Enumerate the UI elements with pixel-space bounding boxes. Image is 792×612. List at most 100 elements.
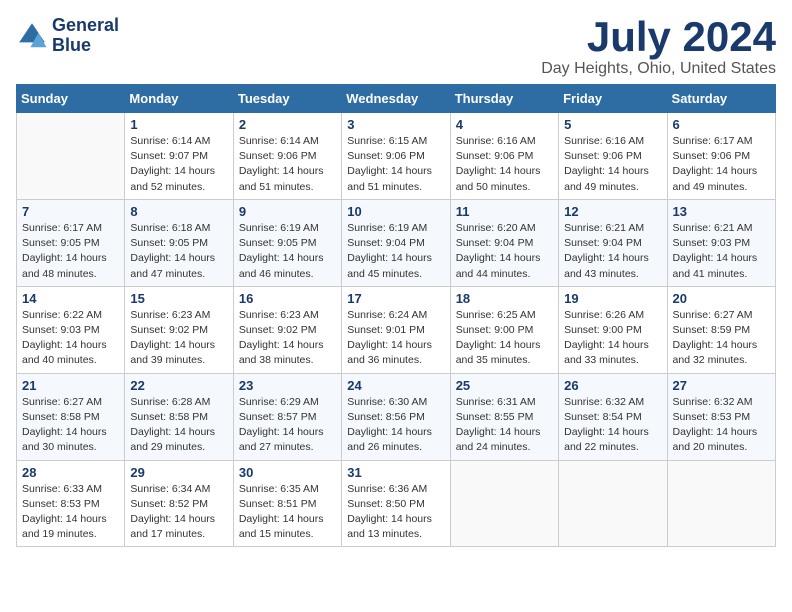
day-number: 21 bbox=[22, 378, 119, 393]
weekday-header: Monday bbox=[125, 85, 233, 113]
day-info: Sunrise: 6:14 AMSunset: 9:07 PMDaylight:… bbox=[130, 134, 227, 195]
calendar-cell: 9 Sunrise: 6:19 AMSunset: 9:05 PMDaylight… bbox=[233, 199, 341, 286]
calendar-cell bbox=[667, 460, 775, 547]
calendar-cell: 8Sunrise: 6:18 AMSunset: 9:05 PMDaylight… bbox=[125, 199, 233, 286]
day-number: 13 bbox=[673, 204, 770, 219]
calendar-cell: 7 Sunrise: 6:17 AMSunset: 9:05 PMDaylight… bbox=[17, 199, 125, 286]
page-header: General Blue July 2024 Day Heights, Ohio… bbox=[16, 16, 776, 78]
day-number: 6 bbox=[673, 117, 770, 132]
day-number: 14 bbox=[22, 291, 119, 306]
calendar-cell: 22Sunrise: 6:28 AMSunset: 8:58 PMDayligh… bbox=[125, 373, 233, 460]
day-info: Sunrise: 6:32 AMSunset: 8:53 PMDaylight:… bbox=[673, 395, 770, 456]
calendar-cell: 3 Sunrise: 6:15 AMSunset: 9:06 PMDaylight… bbox=[342, 113, 450, 200]
day-info: Sunrise: 6:17 AMSunset: 9:06 PMDaylight:… bbox=[673, 134, 770, 195]
day-info: Sunrise: 6:24 AMSunset: 9:01 PMDaylight:… bbox=[347, 308, 444, 369]
day-number: 25 bbox=[456, 378, 553, 393]
day-number: 10 bbox=[347, 204, 444, 219]
day-number: 26 bbox=[564, 378, 661, 393]
logo: General Blue bbox=[16, 16, 119, 56]
day-info: Sunrise: 6:27 AMSunset: 8:59 PMDaylight:… bbox=[673, 308, 770, 369]
calendar-cell bbox=[450, 460, 558, 547]
day-number: 28 bbox=[22, 465, 119, 480]
day-number: 30 bbox=[239, 465, 336, 480]
calendar-cell: 25 Sunrise: 6:31 AMSunset: 8:55 PMDayligh… bbox=[450, 373, 558, 460]
calendar-cell: 31 Sunrise: 6:36 AMSunset: 8:50 PMDayligh… bbox=[342, 460, 450, 547]
weekday-header: Thursday bbox=[450, 85, 558, 113]
day-info: Sunrise: 6:31 AMSunset: 8:55 PMDaylight:… bbox=[456, 395, 553, 456]
weekday-header: Saturday bbox=[667, 85, 775, 113]
calendar-cell: 24Sunrise: 6:30 AMSunset: 8:56 PMDayligh… bbox=[342, 373, 450, 460]
calendar-week-row: 14 Sunrise: 6:22 AMSunset: 9:03 PMDayligh… bbox=[17, 286, 776, 373]
day-info: Sunrise: 6:26 AMSunset: 9:00 PMDaylight:… bbox=[564, 308, 661, 369]
calendar-cell: 26 Sunrise: 6:32 AMSunset: 8:54 PMDayligh… bbox=[559, 373, 667, 460]
day-info: Sunrise: 6:34 AMSunset: 8:52 PMDaylight:… bbox=[130, 482, 227, 543]
day-number: 5 bbox=[564, 117, 661, 132]
calendar-cell: 21Sunrise: 6:27 AMSunset: 8:58 PMDayligh… bbox=[17, 373, 125, 460]
day-number: 16 bbox=[239, 291, 336, 306]
weekday-header: Friday bbox=[559, 85, 667, 113]
day-number: 18 bbox=[456, 291, 553, 306]
logo-text: General Blue bbox=[52, 16, 119, 56]
title-block: July 2024 Day Heights, Ohio, United Stat… bbox=[541, 16, 776, 78]
day-number: 8 bbox=[130, 204, 227, 219]
day-info: Sunrise: 6:22 AMSunset: 9:03 PMDaylight:… bbox=[22, 308, 119, 369]
calendar-cell: 14 Sunrise: 6:22 AMSunset: 9:03 PMDayligh… bbox=[17, 286, 125, 373]
day-info: Sunrise: 6:32 AMSunset: 8:54 PMDaylight:… bbox=[564, 395, 661, 456]
day-info: Sunrise: 6:36 AMSunset: 8:50 PMDaylight:… bbox=[347, 482, 444, 543]
day-info: Sunrise: 6:19 AMSunset: 9:05 PMDaylight:… bbox=[239, 221, 336, 282]
calendar-cell: 12Sunrise: 6:21 AMSunset: 9:04 PMDayligh… bbox=[559, 199, 667, 286]
calendar-table: SundayMondayTuesdayWednesdayThursdayFrid… bbox=[16, 84, 776, 547]
calendar-cell: 13 Sunrise: 6:21 AMSunset: 9:03 PMDayligh… bbox=[667, 199, 775, 286]
calendar-cell: 1Sunrise: 6:14 AMSunset: 9:07 PMDaylight… bbox=[125, 113, 233, 200]
calendar-cell: 16Sunrise: 6:23 AMSunset: 9:02 PMDayligh… bbox=[233, 286, 341, 373]
calendar-cell bbox=[17, 113, 125, 200]
day-info: Sunrise: 6:21 AMSunset: 9:04 PMDaylight:… bbox=[564, 221, 661, 282]
calendar-cell: 20 Sunrise: 6:27 AMSunset: 8:59 PMDayligh… bbox=[667, 286, 775, 373]
calendar-week-row: 28Sunrise: 6:33 AMSunset: 8:53 PMDayligh… bbox=[17, 460, 776, 547]
day-number: 3 bbox=[347, 117, 444, 132]
day-number: 23 bbox=[239, 378, 336, 393]
day-info: Sunrise: 6:19 AMSunset: 9:04 PMDaylight:… bbox=[347, 221, 444, 282]
day-info: Sunrise: 6:21 AMSunset: 9:03 PMDaylight:… bbox=[673, 221, 770, 282]
calendar-cell: 28Sunrise: 6:33 AMSunset: 8:53 PMDayligh… bbox=[17, 460, 125, 547]
calendar-cell: 17Sunrise: 6:24 AMSunset: 9:01 PMDayligh… bbox=[342, 286, 450, 373]
day-number: 19 bbox=[564, 291, 661, 306]
day-info: Sunrise: 6:15 AMSunset: 9:06 PMDaylight:… bbox=[347, 134, 444, 195]
calendar-week-row: 7 Sunrise: 6:17 AMSunset: 9:05 PMDaylight… bbox=[17, 199, 776, 286]
calendar-cell: 4 Sunrise: 6:16 AMSunset: 9:06 PMDaylight… bbox=[450, 113, 558, 200]
day-info: Sunrise: 6:17 AMSunset: 9:05 PMDaylight:… bbox=[22, 221, 119, 282]
day-number: 7 bbox=[22, 204, 119, 219]
day-number: 22 bbox=[130, 378, 227, 393]
day-number: 11 bbox=[456, 204, 553, 219]
calendar-cell: 29 Sunrise: 6:34 AMSunset: 8:52 PMDayligh… bbox=[125, 460, 233, 547]
day-number: 27 bbox=[673, 378, 770, 393]
calendar-cell: 11Sunrise: 6:20 AMSunset: 9:04 PMDayligh… bbox=[450, 199, 558, 286]
day-info: Sunrise: 6:14 AMSunset: 9:06 PMDaylight:… bbox=[239, 134, 336, 195]
weekday-header: Sunday bbox=[17, 85, 125, 113]
calendar-header-row: SundayMondayTuesdayWednesdayThursdayFrid… bbox=[17, 85, 776, 113]
day-number: 9 bbox=[239, 204, 336, 219]
day-number: 4 bbox=[456, 117, 553, 132]
calendar-cell: 2 Sunrise: 6:14 AMSunset: 9:06 PMDaylight… bbox=[233, 113, 341, 200]
day-number: 2 bbox=[239, 117, 336, 132]
calendar-cell: 19 Sunrise: 6:26 AMSunset: 9:00 PMDayligh… bbox=[559, 286, 667, 373]
day-number: 31 bbox=[347, 465, 444, 480]
calendar-cell: 27 Sunrise: 6:32 AMSunset: 8:53 PMDayligh… bbox=[667, 373, 775, 460]
day-info: Sunrise: 6:35 AMSunset: 8:51 PMDaylight:… bbox=[239, 482, 336, 543]
subtitle: Day Heights, Ohio, United States bbox=[541, 60, 776, 78]
day-number: 15 bbox=[130, 291, 227, 306]
day-number: 29 bbox=[130, 465, 227, 480]
calendar-week-row: 1Sunrise: 6:14 AMSunset: 9:07 PMDaylight… bbox=[17, 113, 776, 200]
calendar-cell bbox=[559, 460, 667, 547]
day-info: Sunrise: 6:16 AMSunset: 9:06 PMDaylight:… bbox=[456, 134, 553, 195]
calendar-cell: 15Sunrise: 6:23 AMSunset: 9:02 PMDayligh… bbox=[125, 286, 233, 373]
logo-icon bbox=[16, 20, 48, 52]
day-info: Sunrise: 6:29 AMSunset: 8:57 PMDaylight:… bbox=[239, 395, 336, 456]
weekday-header: Wednesday bbox=[342, 85, 450, 113]
calendar-cell: 5Sunrise: 6:16 AMSunset: 9:06 PMDaylight… bbox=[559, 113, 667, 200]
calendar-cell: 23 Sunrise: 6:29 AMSunset: 8:57 PMDayligh… bbox=[233, 373, 341, 460]
day-number: 24 bbox=[347, 378, 444, 393]
day-info: Sunrise: 6:25 AMSunset: 9:00 PMDaylight:… bbox=[456, 308, 553, 369]
calendar-cell: 6 Sunrise: 6:17 AMSunset: 9:06 PMDaylight… bbox=[667, 113, 775, 200]
day-number: 20 bbox=[673, 291, 770, 306]
